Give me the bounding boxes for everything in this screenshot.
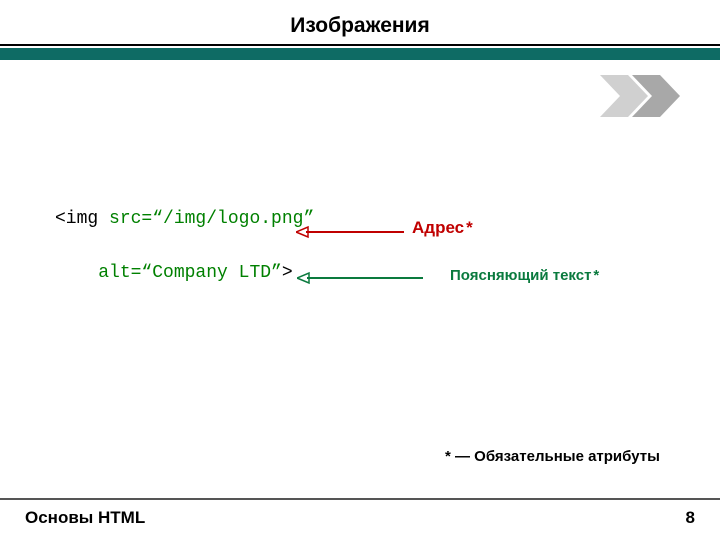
code-example: <img src=“/img/logo.png” alt=“Company LT… [55, 210, 314, 282]
header-rule [0, 44, 720, 60]
arrow-green-icon [297, 270, 425, 286]
label-alt-text: Поясняющий текст* [450, 267, 599, 284]
label-address-text: Адрес [412, 218, 464, 237]
label-alt-text-text: Поясняющий текст [450, 267, 591, 284]
footnote-required: * — Обязательные атрибуты [445, 448, 660, 465]
footer-page-number: 8 [686, 508, 695, 528]
code-src-attr: src=“/img/logo.png” [109, 209, 314, 229]
asterisk-address: * [466, 218, 473, 237]
code-line-2: alt=“Company LTD”> [55, 264, 314, 282]
asterisk-alt: * [593, 267, 599, 284]
footer-subject: Основы HTML [25, 508, 145, 528]
code-line-1: <img src=“/img/logo.png” [55, 210, 314, 228]
code-tag-open: <img [55, 209, 109, 229]
arrow-red-icon [296, 224, 406, 240]
code-tag-close: > [282, 263, 293, 283]
slide-title: Изображения [0, 0, 720, 38]
code-alt-attr: alt=“Company LTD” [98, 263, 282, 283]
footer-rule [0, 498, 720, 500]
chevron-decoration [600, 75, 690, 117]
label-address: Адрес* [412, 218, 473, 238]
